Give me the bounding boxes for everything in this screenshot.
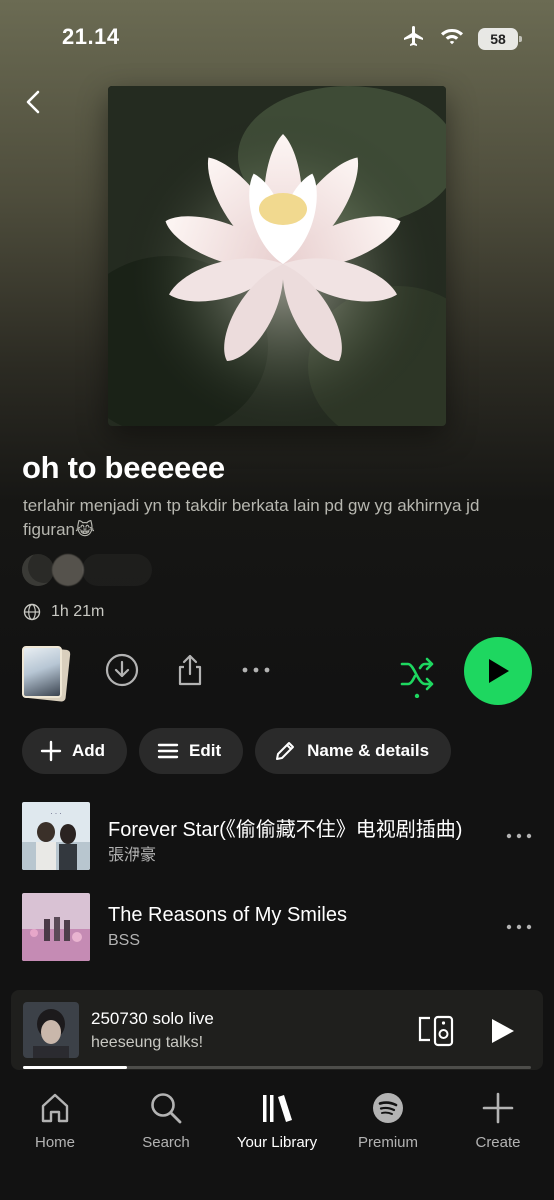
download-button[interactable] xyxy=(104,652,140,688)
action-row xyxy=(0,636,554,708)
avatar xyxy=(52,554,84,586)
track-artist: BSS xyxy=(108,932,141,949)
library-icon xyxy=(263,1095,292,1122)
avatar xyxy=(22,554,54,586)
nav-library-label: Your Library xyxy=(236,1134,318,1151)
water-lily-image xyxy=(108,86,446,426)
bottom-navigation: Home Search Your Library Premium Create xyxy=(0,1070,554,1200)
nav-premium[interactable]: Premium xyxy=(338,1090,438,1151)
track-artwork: · · · xyxy=(22,802,90,870)
svg-text:· · ·: · · · xyxy=(50,810,61,818)
add-button[interactable]: Add xyxy=(22,728,128,774)
premium-icon xyxy=(373,1093,403,1123)
wifi-icon xyxy=(440,26,464,51)
globe-icon xyxy=(23,603,41,621)
playlist-cover xyxy=(108,86,446,426)
play-icon xyxy=(492,1019,514,1043)
playback-progress-fill xyxy=(23,1066,128,1069)
collaborator-avatars[interactable] xyxy=(22,554,162,586)
edit-label: Edit xyxy=(189,741,222,760)
share-button[interactable] xyxy=(172,652,208,688)
track-title: Forever Star(《偷偷藏不住》电视剧插曲) xyxy=(108,819,463,841)
nav-create[interactable]: Create xyxy=(448,1090,548,1151)
play-icon xyxy=(489,659,509,683)
playback-progress[interactable] xyxy=(23,1066,531,1069)
battery-indicator: 58 xyxy=(478,27,522,50)
pencil-icon xyxy=(276,742,295,760)
back-icon xyxy=(26,90,40,114)
track-list: · · · Forever Star(《偷偷藏不住》电视剧插曲) 張洢豪 The… xyxy=(0,800,554,982)
now-playing-title: 250730 solo live xyxy=(91,1009,214,1028)
track-artwork xyxy=(22,893,90,961)
play-button[interactable] xyxy=(464,637,532,705)
duration-text: 1h 21m xyxy=(51,603,105,620)
nav-home-label: Home xyxy=(34,1134,75,1151)
track-artist: 張洢豪 xyxy=(108,847,157,864)
more-icon xyxy=(506,924,532,930)
track-row[interactable]: · · · Forever Star(《偷偷藏不住》电视剧插曲) 張洢豪 xyxy=(0,800,554,891)
more-options-button[interactable] xyxy=(238,652,274,688)
shuffle-button[interactable] xyxy=(398,654,438,698)
plus-icon xyxy=(40,740,62,762)
share-icon xyxy=(178,654,202,686)
back-button[interactable] xyxy=(20,86,48,118)
nav-search[interactable]: Search xyxy=(116,1090,216,1151)
more-icon xyxy=(506,833,532,839)
more-icon xyxy=(242,667,270,673)
nav-library[interactable]: Your Library xyxy=(227,1090,327,1151)
playlist-duration: 1h 21m xyxy=(23,603,104,621)
nav-premium-label: Premium xyxy=(357,1134,418,1151)
now-playing-subtitle: heeseung talks! xyxy=(91,1034,204,1051)
avatar-blur xyxy=(82,554,152,586)
search-icon xyxy=(151,1093,182,1124)
track-more-button[interactable] xyxy=(504,917,534,937)
track-more-button[interactable] xyxy=(504,826,534,846)
shuffle-icon xyxy=(400,657,434,698)
mini-player[interactable]: 250730 solo live heeseung talks! xyxy=(11,990,543,1070)
edit-button[interactable]: Edit xyxy=(139,728,244,774)
status-time: 21.14 xyxy=(62,24,120,49)
nav-home[interactable]: Home xyxy=(5,1090,105,1151)
connect-device-button[interactable] xyxy=(417,1014,455,1048)
track-row[interactable]: The Reasons of My Smiles BSS xyxy=(0,891,554,982)
playlist-title: oh to beeeeee xyxy=(22,450,225,485)
action-chips: Add Edit Name & details xyxy=(22,728,452,774)
devices-icon xyxy=(418,1015,454,1047)
name-details-button[interactable]: Name & details xyxy=(255,728,452,774)
playlist-preview-thumbnail[interactable] xyxy=(22,646,71,702)
playlist-description: terlahir menjadi yn tp takdir berkata la… xyxy=(23,496,480,539)
create-icon xyxy=(482,1092,514,1124)
airplane-icon xyxy=(402,24,426,53)
now-playing-artwork xyxy=(23,1002,79,1058)
track-title: The Reasons of My Smiles xyxy=(108,904,347,926)
nav-create-label: Create xyxy=(475,1134,521,1151)
download-icon xyxy=(105,653,139,687)
mini-play-button[interactable] xyxy=(487,1016,517,1046)
add-label: Add xyxy=(72,741,106,760)
name-details-label: Name & details xyxy=(307,741,430,760)
home-icon xyxy=(41,1093,69,1123)
menu-icon xyxy=(157,743,179,759)
status-bar: 21.14 58 xyxy=(0,0,554,72)
nav-search-label: Search xyxy=(142,1134,190,1151)
status-icons: 58 xyxy=(402,24,522,53)
